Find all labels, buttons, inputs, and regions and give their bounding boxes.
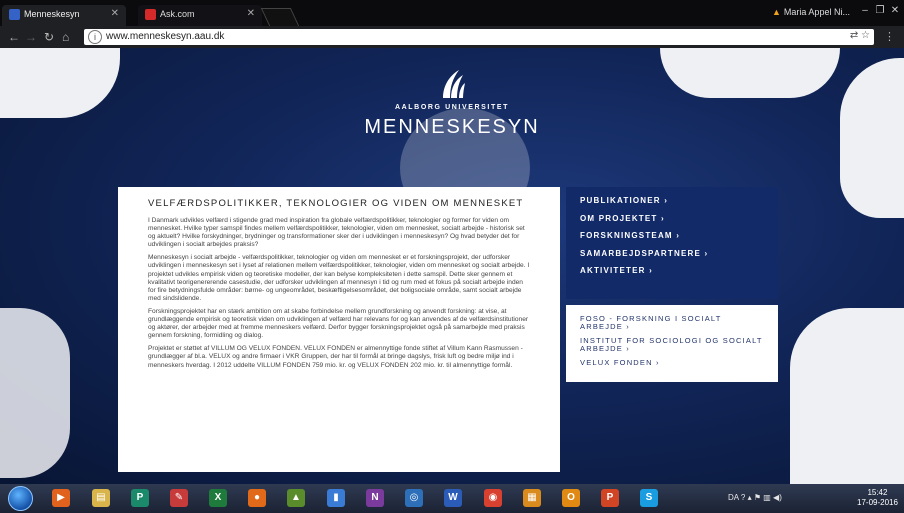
- puzzle-piece: [790, 308, 904, 484]
- link-institut-sociologi[interactable]: INSTITUT FOR SOCIOLOGI OG SOCIALT ARBEJD…: [580, 337, 764, 353]
- ask-favicon-icon: [145, 9, 156, 20]
- close-tab-icon[interactable]: ✕: [111, 8, 119, 19]
- tab-title: Menneskesyn: [24, 9, 80, 19]
- tab-title: Ask.com: [160, 9, 195, 19]
- word-icon[interactable]: W: [444, 489, 462, 507]
- aau-logo-icon[interactable]: [437, 68, 467, 100]
- close-window-icon[interactable]: ✕: [888, 4, 902, 18]
- menu-icon[interactable]: ⋮: [884, 30, 895, 44]
- link-velux-fonden[interactable]: VELUX FONDEN ›: [580, 359, 764, 367]
- help-icon[interactable]: ?: [741, 493, 745, 502]
- network-tray-icon[interactable]: ▥: [763, 493, 771, 502]
- site-favicon-icon: [9, 9, 20, 20]
- nav-item-forskningsteam[interactable]: FORSKNINGSTEAM ›: [580, 231, 764, 241]
- clock-time: 15:42: [867, 488, 888, 497]
- back-icon[interactable]: ←: [8, 30, 20, 44]
- article-paragraph: I Danmark udvikles velfærd i stigende gr…: [148, 217, 525, 249]
- maximize-icon[interactable]: ❐: [873, 4, 887, 18]
- powerpoint-icon[interactable]: P: [601, 489, 619, 507]
- apps-icon[interactable]: ▦: [523, 489, 541, 507]
- article-paragraph: Menneskesyn i socialt arbejde - velfærds…: [148, 254, 530, 302]
- home-icon[interactable]: ⌂: [62, 30, 69, 44]
- network-icon[interactable]: ◎: [405, 489, 423, 507]
- folder-icon[interactable]: ▮: [327, 489, 345, 507]
- clock[interactable]: 15:42 17-09-2016: [857, 488, 898, 508]
- tab-ask[interactable]: Ask.com ✕: [138, 5, 262, 26]
- site-title[interactable]: MENNESKESYN: [0, 116, 904, 139]
- windows-taskbar: ▶ ▤ P ✎ X ● ▲ ▮ N ◎ W ◉ ▦ O P S DA ? ▴ ⚑ ▥ ◀) 15:42 17-…: [0, 484, 904, 513]
- nav-item-om-projektet[interactable]: OM PROJEKTET ›: [580, 214, 764, 224]
- external-links: FOSO - FORSKNING I SOCIALT ARBEJDE › INS…: [566, 305, 778, 382]
- profile-button[interactable]: ▲ Maria Appel Ni...: [772, 4, 858, 22]
- photo-viewer-icon[interactable]: ▲: [287, 489, 305, 507]
- forward-icon[interactable]: →: [25, 30, 37, 44]
- new-tab-button[interactable]: [260, 8, 300, 26]
- article-paragraph: Forskningsprojektet har en stærk ambitio…: [148, 307, 529, 340]
- media-player-icon[interactable]: ▶: [52, 489, 70, 507]
- start-button[interactable]: [8, 486, 33, 511]
- onenote-icon[interactable]: N: [366, 489, 384, 507]
- clock-date: 17-09-2016: [857, 498, 898, 507]
- article-heading: VELFÆRDSPOLITIKKER, TEKNOLOGIER OG VIDEN…: [148, 198, 524, 209]
- warning-icon: ▲: [772, 7, 781, 17]
- paint-icon[interactable]: ✎: [170, 489, 188, 507]
- profile-name: Maria Appel Ni...: [783, 7, 850, 17]
- tab-menneskesyn[interactable]: Menneskesyn ✕: [2, 5, 126, 26]
- chrome-icon[interactable]: ◉: [484, 489, 502, 507]
- browser-toolbar: ← → ↻ ⌂ i www.menneskesyn.aau.dk ⇄ ☆ ⋮: [0, 26, 904, 48]
- translate-icon[interactable]: ⇄: [850, 30, 858, 41]
- excel-icon[interactable]: X: [209, 489, 227, 507]
- puzzle-piece: [0, 308, 70, 478]
- link-foso[interactable]: FOSO - FORSKNING I SOCIALT ARBEJDE ›: [580, 315, 764, 331]
- nav-item-publikationer[interactable]: PUBLIKATIONER ›: [580, 196, 764, 206]
- outlook-icon[interactable]: O: [562, 489, 580, 507]
- nav-item-samarbejdspartnere[interactable]: SAMARBEJDSPARTNERE ›: [580, 249, 764, 259]
- close-tab-icon[interactable]: ✕: [247, 8, 255, 19]
- tray-expand-icon[interactable]: ▴: [748, 493, 752, 502]
- tab-strip: Menneskesyn ✕ Ask.com ✕ ▲ Maria Appel Ni.…: [0, 0, 904, 26]
- flag-icon[interactable]: ⚑: [754, 493, 761, 502]
- address-bar[interactable]: i www.menneskesyn.aau.dk ⇄ ☆: [84, 29, 874, 45]
- university-name: AALBORG UNIVERSITET: [394, 104, 509, 111]
- language-indicator[interactable]: DA: [728, 493, 739, 502]
- main-navigation: PUBLIKATIONER › OM PROJEKTET › FORSKNING…: [566, 187, 778, 299]
- bookmark-star-icon[interactable]: ☆: [861, 30, 870, 41]
- url-text: www.menneskesyn.aau.dk: [106, 31, 225, 42]
- skype-icon[interactable]: S: [640, 489, 658, 507]
- firefox-icon[interactable]: ●: [248, 489, 266, 507]
- file-explorer-icon[interactable]: ▤: [92, 489, 110, 507]
- site-header: AALBORG UNIVERSITET MENNESKESYN: [0, 68, 904, 139]
- minimize-icon[interactable]: –: [858, 4, 872, 18]
- page-viewport: AALBORG UNIVERSITET MENNESKESYN VELFÆRDS…: [0, 48, 904, 484]
- system-tray: DA ? ▴ ⚑ ▥ ◀): [728, 493, 782, 502]
- intro-article: VELFÆRDSPOLITIKKER, TEKNOLOGIER OG VIDEN…: [118, 187, 560, 472]
- reload-icon[interactable]: ↻: [44, 30, 54, 44]
- article-paragraph: Projektet er støttet af VILLUM OG VELUX …: [148, 345, 523, 369]
- volume-icon[interactable]: ◀): [773, 493, 782, 502]
- publisher-icon[interactable]: P: [131, 489, 149, 507]
- site-info-icon[interactable]: i: [88, 30, 102, 44]
- nav-item-aktiviteter[interactable]: AKTIVITETER ›: [580, 266, 764, 276]
